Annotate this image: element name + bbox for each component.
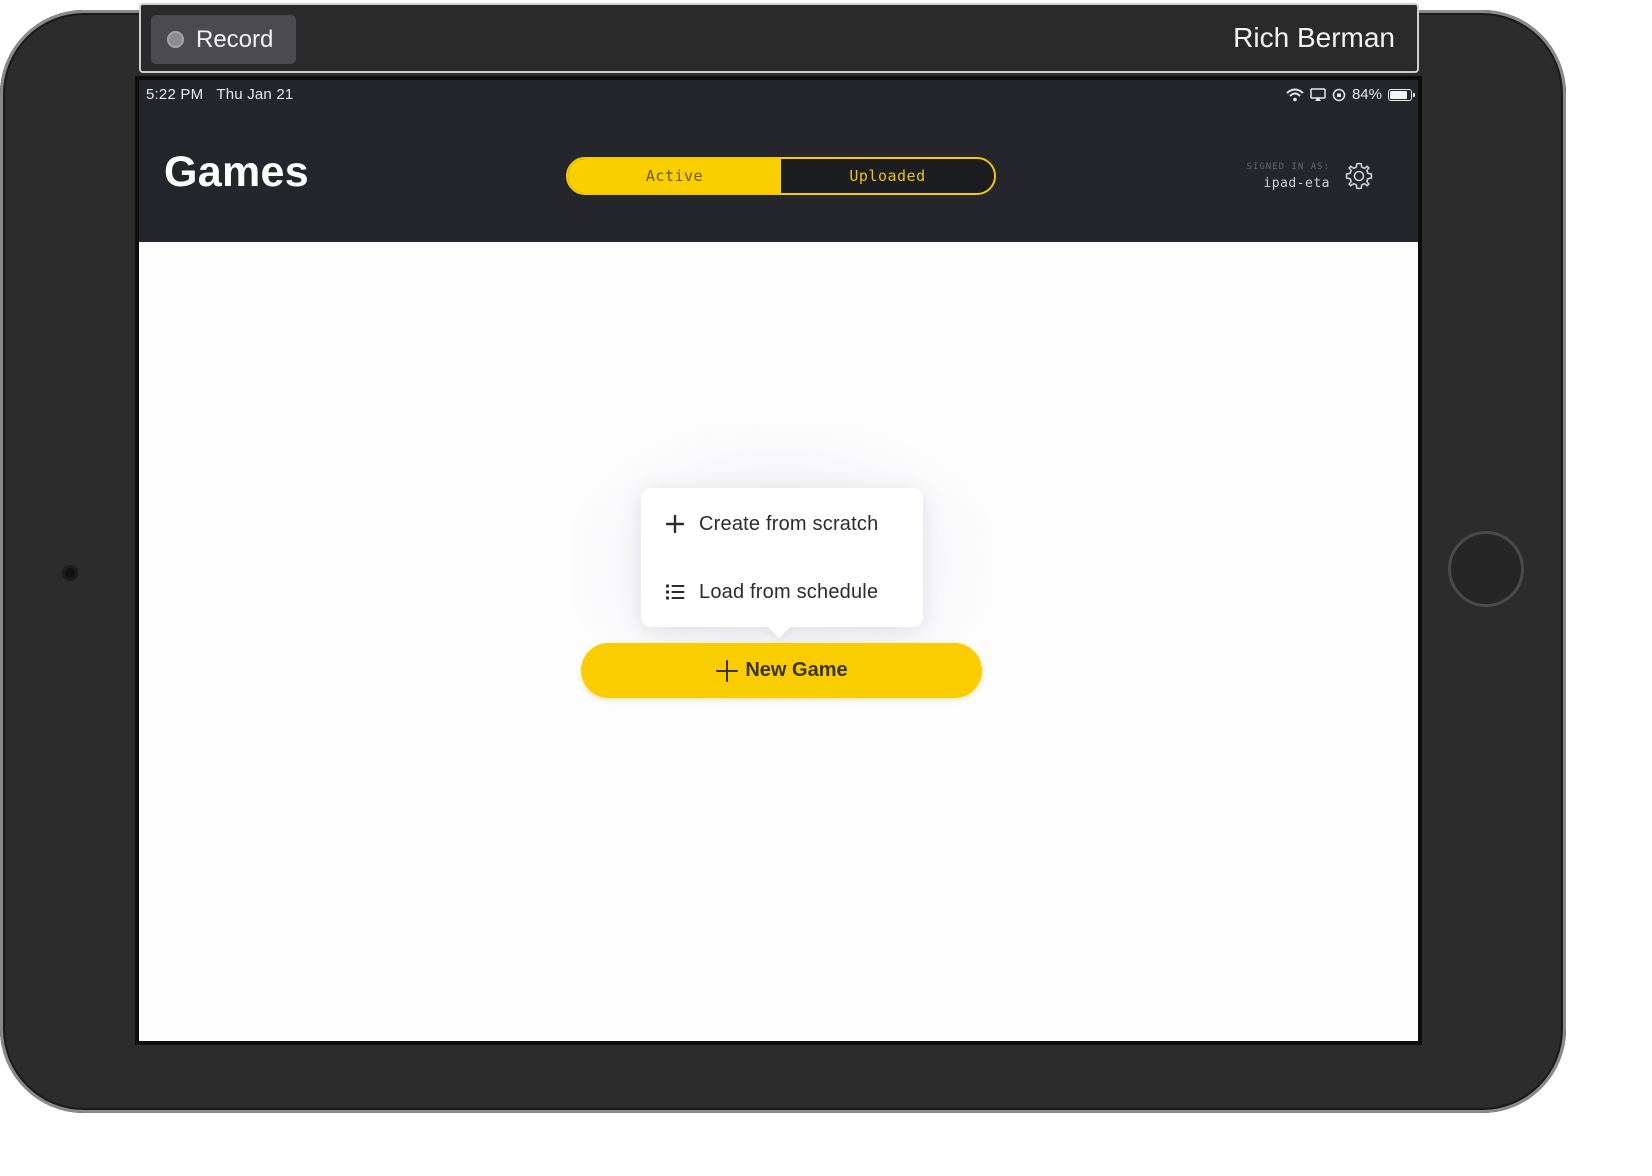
list-icon <box>666 584 685 600</box>
status-clock: 5:22 PM <box>146 86 204 103</box>
signed-in-label: SIGNED IN AS: <box>1246 162 1330 172</box>
plus-icon <box>716 659 739 682</box>
status-date: Thu Jan 21 <box>216 86 294 103</box>
plus-icon <box>665 514 685 534</box>
recorder-user-name: Rich Berman <box>1233 22 1395 53</box>
battery-fill <box>1390 90 1407 99</box>
home-button[interactable] <box>1448 531 1524 607</box>
menu-item-label: Create from scratch <box>699 512 879 535</box>
tab-uploaded[interactable]: Uploaded <box>781 159 994 193</box>
menu-item-label: Load from schedule <box>699 580 879 603</box>
ipad-screen: 5:22 PM Thu Jan 21 84% Games Active Uplo… <box>135 76 1422 1045</box>
record-button[interactable]: Record <box>151 15 296 64</box>
recorder-bar: Record Rich Berman <box>139 3 1419 73</box>
menu-item-load-from-schedule[interactable]: Load from schedule <box>663 580 878 604</box>
record-dot-icon <box>167 31 184 48</box>
front-camera <box>62 565 78 581</box>
status-indicators: 84% <box>1286 86 1415 103</box>
gear-icon[interactable] <box>1344 161 1374 191</box>
orientation-lock-icon <box>1332 88 1346 101</box>
tab-active[interactable]: Active <box>568 159 781 193</box>
screen-mirroring-icon <box>1310 87 1326 101</box>
signed-in-info: SIGNED IN AS: ipad-eta <box>1247 162 1330 191</box>
battery-icon <box>1388 88 1415 101</box>
menu-item-create-from-scratch[interactable]: Create from scratch <box>663 512 878 536</box>
battery-percent: 84% <box>1351 86 1382 103</box>
record-label: Record <box>196 25 274 53</box>
wifi-icon <box>1286 88 1304 101</box>
status-time: 5:22 PM Thu Jan 21 <box>146 86 293 103</box>
new-game-options-menu: Create from scratch Load from schedule <box>641 488 923 627</box>
new-game-button[interactable]: New Game <box>581 643 982 698</box>
signed-in-user: ipad-eta <box>1263 176 1330 191</box>
page-title: Games <box>164 148 309 196</box>
games-filter-segmented-control: Active Uploaded <box>566 157 996 195</box>
app-header: 5:22 PM Thu Jan 21 84% Games Active Uplo… <box>139 80 1418 242</box>
new-game-label: New Game <box>745 659 848 681</box>
